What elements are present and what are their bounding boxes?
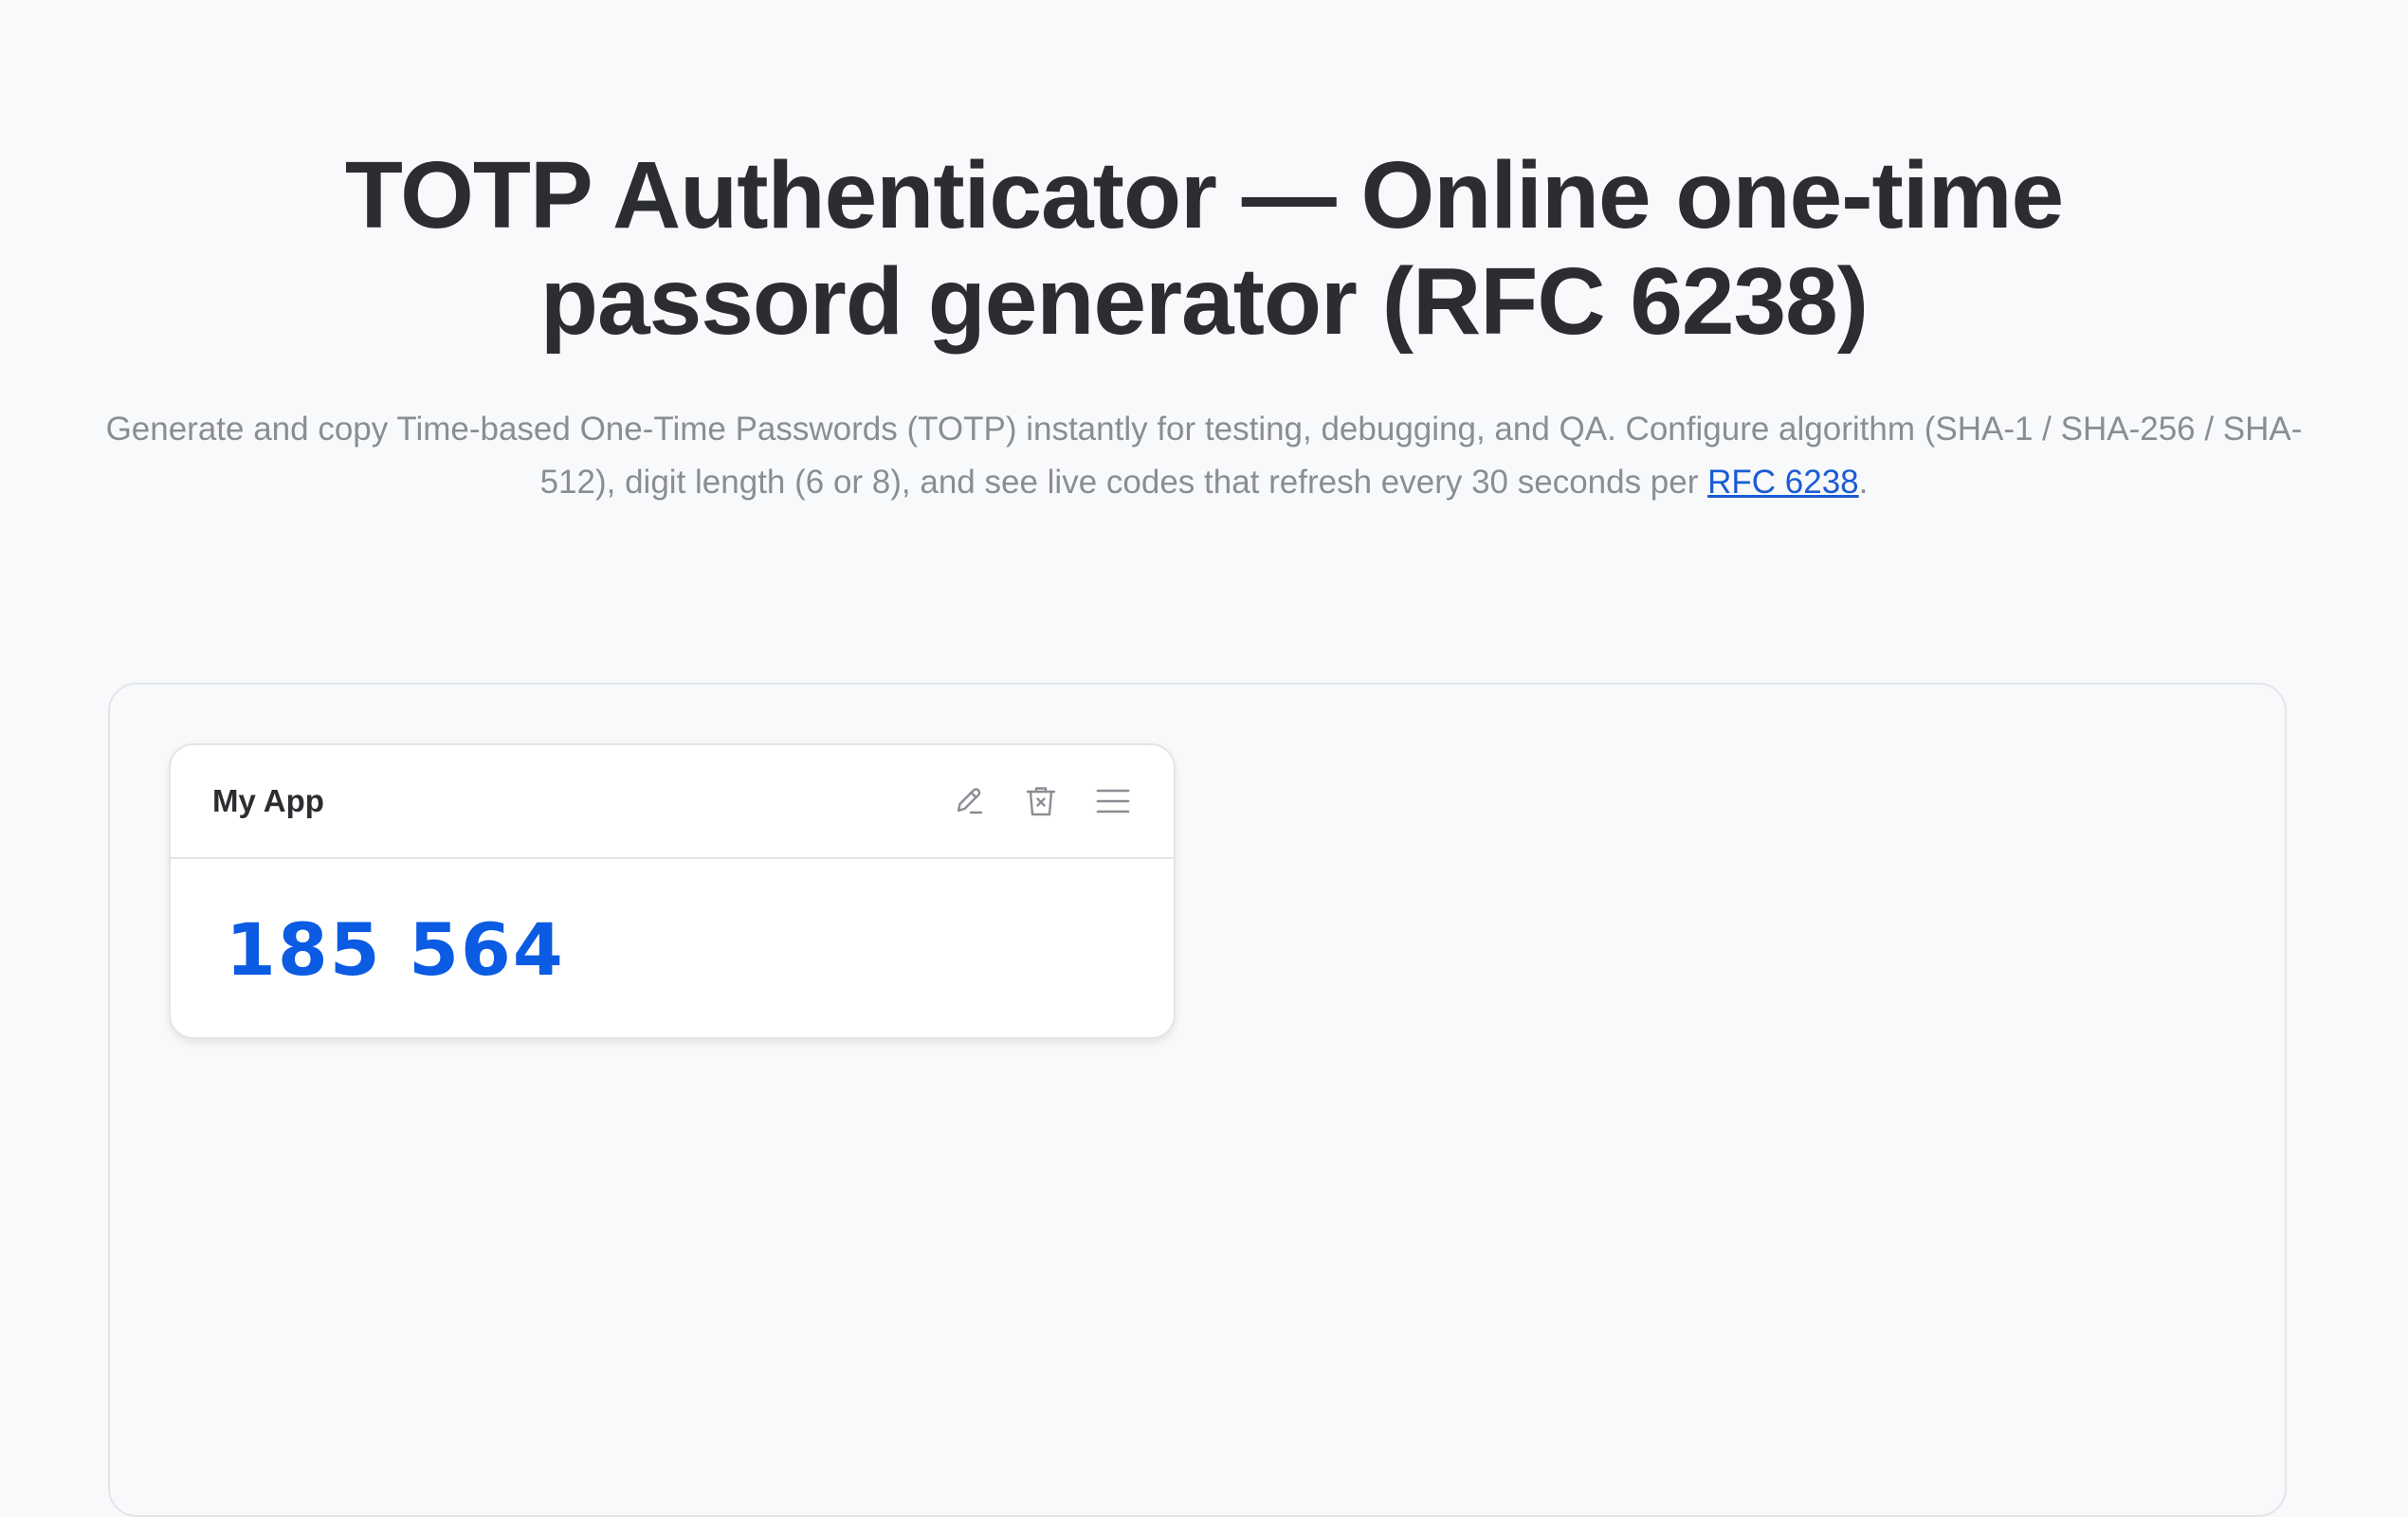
accounts-panel: My App 185 564 <box>108 683 2287 1517</box>
card-header: My App <box>171 745 1174 859</box>
menu-button[interactable] <box>1094 782 1132 820</box>
page-title: TOTP Authenticator — Online one-time pas… <box>344 142 2064 355</box>
rfc-link[interactable]: RFC 6238 <box>1707 464 1859 501</box>
card-body: 185 564 <box>171 859 1174 1037</box>
account-name: My App <box>212 783 324 818</box>
page-subtitle: Generate and copy Time-based One-Time Pa… <box>104 403 2304 509</box>
delete-button[interactable] <box>1022 782 1060 820</box>
account-card: My App 185 564 <box>169 743 1176 1039</box>
subtitle-end: . <box>1858 464 1869 501</box>
delete-icon <box>1026 787 1056 816</box>
page: TOTP Authenticator — Online one-time pas… <box>0 0 2408 1517</box>
subtitle-text: Generate and copy Time-based One-Time Pa… <box>105 411 2303 501</box>
otp-code[interactable]: 185 564 <box>226 907 565 992</box>
card-actions <box>950 782 1132 820</box>
edit-button[interactable] <box>950 782 988 820</box>
edit-icon <box>957 788 983 814</box>
menu-icon <box>1096 789 1130 813</box>
